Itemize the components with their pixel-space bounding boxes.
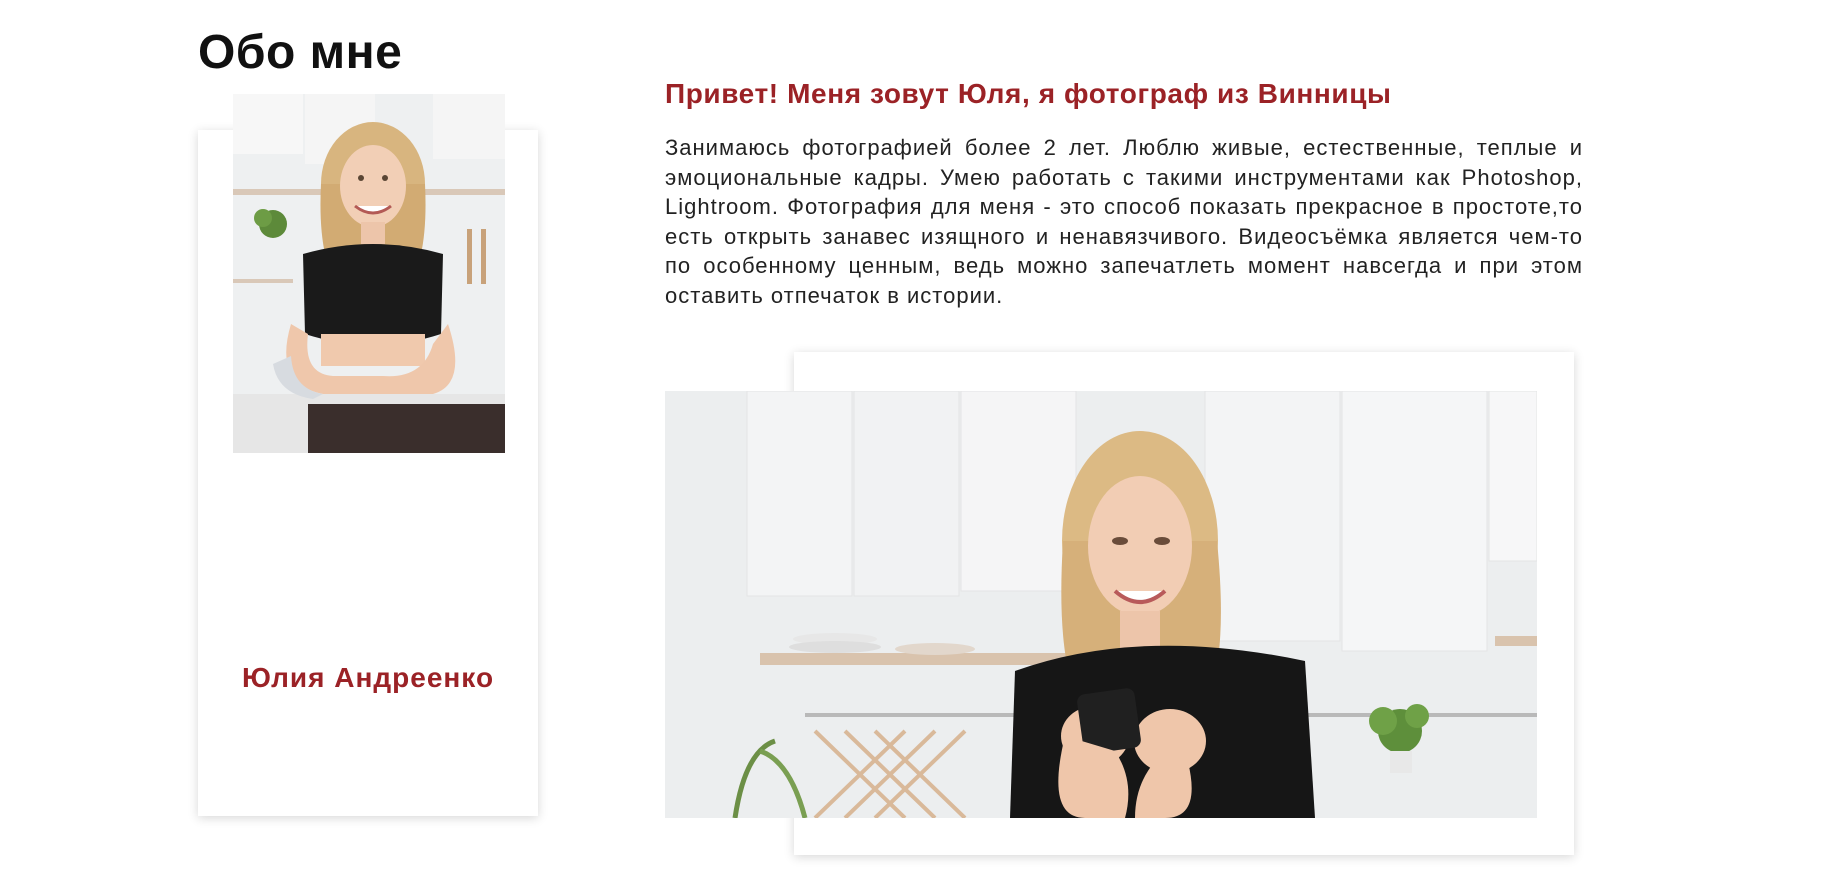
bio-text: Занимаюсь фотографией более 2 лет. Люблю… — [665, 135, 1583, 308]
page-title: Обо мне — [198, 26, 403, 79]
kitchen-photo-icon — [665, 391, 1537, 818]
greeting-heading: Привет! Меня зовут Юля, я фотограф из Ви… — [665, 78, 1392, 109]
profile-photo — [233, 94, 505, 453]
main-photo — [665, 391, 1537, 818]
profile-name: Юлия Андреенко — [241, 662, 495, 693]
portrait-photo-icon — [233, 94, 505, 453]
